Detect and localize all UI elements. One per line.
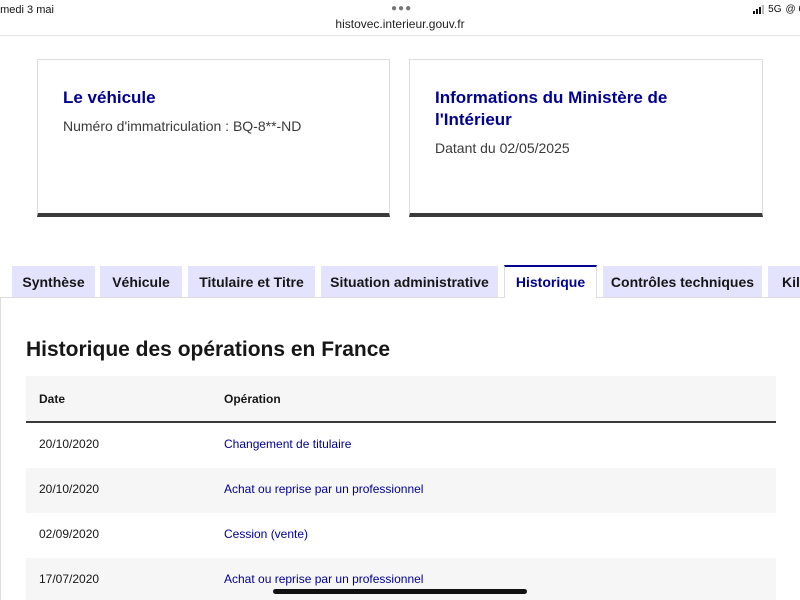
home-indicator[interactable] (273, 589, 527, 594)
panel-title: Historique des opérations en France (26, 338, 391, 361)
tab-bar: Synthèse Véhicule Titulaire et Titre Sit… (0, 265, 800, 298)
row-operation: Achat ou reprise par un professionnel (224, 572, 424, 586)
tab-vehicule[interactable]: Véhicule (100, 266, 182, 298)
vehicle-card: Le véhicule Numéro d'immatriculation : B… (37, 59, 390, 217)
row-date: 02/09/2020 (39, 527, 100, 541)
registration-number: Numéro d'immatriculation : BQ-8**-ND (63, 118, 302, 134)
table-row: 02/09/2020 Cession (vente) (26, 513, 776, 558)
historique-panel: Historique des opérations en France Date… (0, 297, 800, 600)
operations-table: Date Opération 20/10/2020 Changement de … (26, 376, 776, 600)
vehicle-card-title: Le véhicule (63, 88, 156, 107)
signal-icon (753, 5, 765, 14)
row-operation: Changement de titulaire (224, 437, 352, 451)
ministry-info-card: Informations du Ministère de l'Intérieur… (409, 59, 763, 217)
tab-controles-techniques[interactable]: Contrôles techniques (603, 266, 762, 298)
header-operation: Opération (224, 392, 281, 406)
tab-titulaire-titre[interactable]: Titulaire et Titre (188, 266, 315, 298)
row-date: 20/10/2020 (39, 437, 100, 451)
battery-label: @ 6 (785, 4, 800, 15)
status-indicators: 5G @ 6 (753, 4, 800, 15)
row-date: 17/07/2020 (39, 572, 100, 586)
table-row: 20/10/2020 Achat ou reprise par un profe… (26, 468, 776, 513)
ministry-card-title: Informations du Ministère de l'Intérieur (435, 88, 668, 129)
browser-status-bar: amedi 3 mai ●●● histovec.interieur.gouv.… (0, 0, 800, 36)
tab-historique[interactable]: Historique (504, 265, 597, 298)
tab-synthese[interactable]: Synthèse (12, 266, 95, 298)
data-date: Datant du 02/05/2025 (435, 140, 570, 156)
network-label: 5G (768, 4, 782, 15)
row-date: 20/10/2020 (39, 482, 100, 496)
tab-kilometrage[interactable]: Kilo (768, 266, 800, 298)
table-row: 20/10/2020 Changement de titulaire (26, 423, 776, 468)
tab-situation-administrative[interactable]: Situation administrative (321, 266, 498, 298)
row-operation: Achat ou reprise par un professionnel (224, 482, 424, 496)
more-dots-icon[interactable]: ●●● (391, 3, 412, 14)
status-time: amedi 3 mai (0, 4, 54, 16)
table-header: Date Opération (26, 376, 776, 423)
row-operation: Cession (vente) (224, 527, 309, 541)
address-bar-url[interactable]: histovec.interieur.gouv.fr (0, 17, 800, 31)
header-date: Date (39, 392, 66, 406)
